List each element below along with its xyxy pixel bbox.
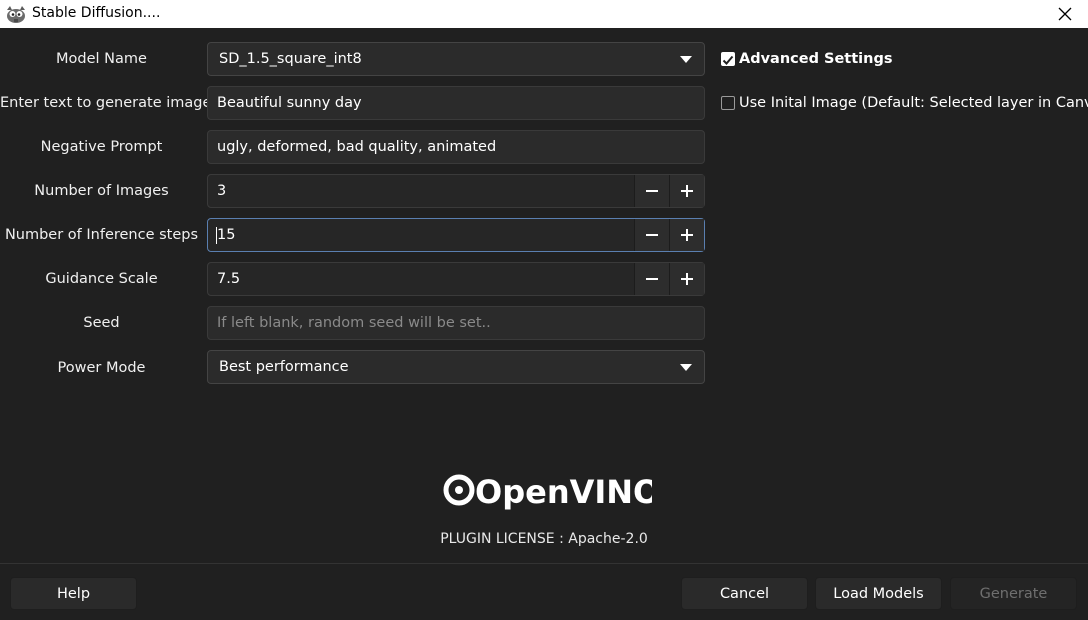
guidance-scale-input[interactable]: 7.5 — [208, 263, 635, 295]
negative-prompt-input[interactable]: ugly, deformed, bad quality, animated — [207, 130, 705, 164]
guidance-scale-increment-button[interactable] — [669, 263, 704, 295]
initial-image-label: Use Inital Image (Default: Selected laye… — [739, 95, 1088, 111]
prompt-label: Enter text to generate image — [0, 95, 212, 111]
openvino-logo: OpenVINO — [443, 473, 652, 511]
power-mode-label: Power Mode — [57, 360, 146, 376]
generate-button[interactable]: Generate — [950, 577, 1077, 610]
close-button[interactable] — [1042, 0, 1088, 28]
help-button[interactable]: Help — [10, 577, 137, 610]
num-images-decrement-button[interactable] — [634, 175, 669, 207]
guidance-scale-stepper: 7.5 — [207, 262, 705, 296]
gimp-app-icon — [7, 6, 25, 23]
guidance-scale-value: 7.5 — [217, 271, 241, 287]
num-images-increment-button[interactable] — [669, 175, 704, 207]
inference-steps-label: Number of Inference steps — [4, 227, 199, 243]
cancel-button[interactable]: Cancel — [681, 577, 808, 610]
num-images-label: Number of Images — [34, 183, 169, 199]
model-name-label: Model Name — [56, 51, 147, 67]
plus-icon — [681, 185, 693, 197]
seed-label: Seed — [83, 315, 120, 331]
inference-steps-input[interactable]: 15 — [208, 219, 635, 251]
close-icon — [1058, 7, 1072, 21]
inference-steps-stepper: 15 — [207, 218, 705, 252]
negative-prompt-label: Negative Prompt — [40, 139, 163, 155]
power-mode-dropdown[interactable]: Best performance — [207, 350, 705, 384]
title-bar: Stable Diffusion.... — [0, 0, 1088, 28]
plus-icon — [681, 273, 693, 285]
minus-icon — [646, 190, 658, 192]
plugin-license-text: PLUGIN LICENSE : Apache-2.0 — [440, 531, 648, 547]
model-name-dropdown[interactable]: SD_1.5_square_int8 — [207, 42, 705, 76]
seed-placeholder: If left blank, random seed will be set.. — [217, 315, 491, 331]
inference-steps-value: 15 — [217, 227, 236, 243]
seed-input[interactable]: If left blank, random seed will be set.. — [207, 306, 705, 340]
prompt-input[interactable]: Beautiful sunny day — [207, 86, 705, 120]
advanced-settings-checkbox[interactable] — [721, 52, 735, 66]
load-models-button[interactable]: Load Models — [815, 577, 942, 610]
model-name-value: SD_1.5_square_int8 — [219, 51, 362, 67]
chevron-down-icon — [680, 364, 692, 371]
minus-icon — [646, 234, 658, 236]
checkmark-icon — [722, 55, 734, 65]
num-images-input[interactable]: 3 — [208, 175, 635, 207]
guidance-scale-decrement-button[interactable] — [634, 263, 669, 295]
num-images-stepper: 3 — [207, 174, 705, 208]
guidance-scale-label: Guidance Scale — [45, 271, 158, 287]
footer-divider — [0, 563, 1088, 564]
negative-prompt-value: ugly, deformed, bad quality, animated — [217, 139, 497, 155]
inference-steps-decrement-button[interactable] — [634, 219, 669, 251]
plus-icon — [681, 229, 693, 241]
chevron-down-icon — [680, 56, 692, 63]
num-images-value: 3 — [217, 183, 227, 199]
window-title: Stable Diffusion.... — [32, 5, 161, 21]
power-mode-value: Best performance — [219, 359, 349, 375]
logo-text: OpenVINO — [475, 473, 652, 511]
inference-steps-increment-button[interactable] — [669, 219, 704, 251]
advanced-settings-label: Advanced Settings — [739, 51, 893, 67]
prompt-value: Beautiful sunny day — [217, 95, 362, 111]
minus-icon — [646, 278, 658, 280]
stable-diffusion-dialog: Stable Diffusion.... Model Name SD_1.5_s… — [0, 0, 1088, 620]
initial-image-checkbox[interactable] — [721, 96, 735, 110]
